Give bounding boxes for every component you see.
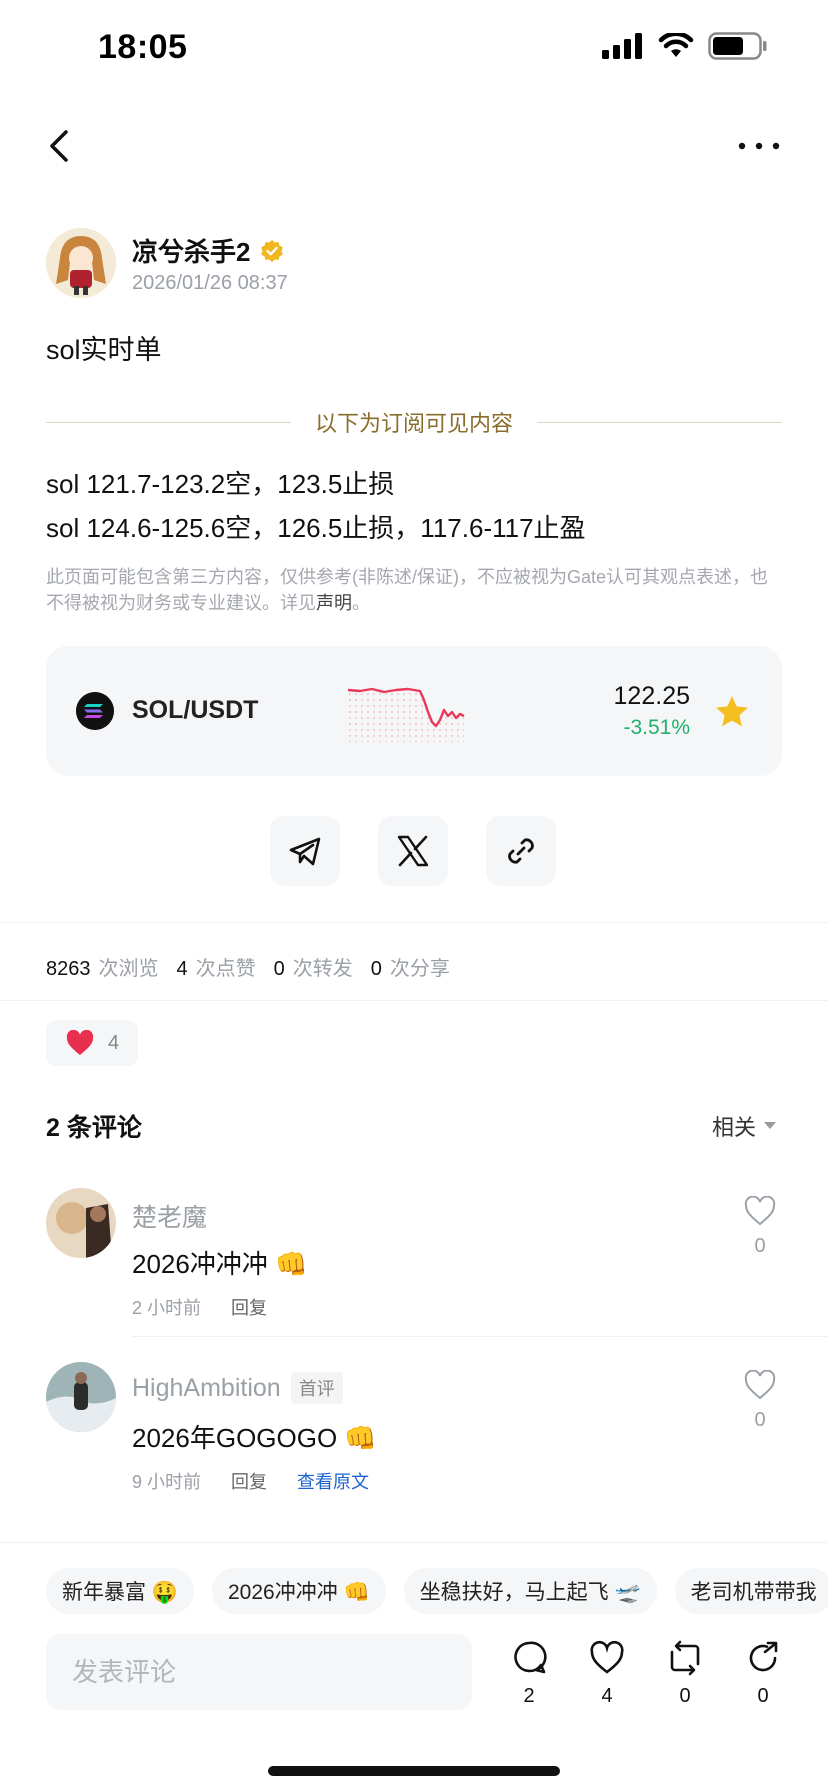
link-icon <box>508 838 534 864</box>
signal-line: sol 124.6-125.6空，126.5止损，117.6-117止盈 <box>46 513 586 543</box>
stat-views: 8263 次浏览 <box>46 958 159 980</box>
separator <box>132 1336 828 1337</box>
reply-button[interactable]: 回复 <box>231 1294 267 1320</box>
nav-bar <box>0 110 828 180</box>
ticker-change: -3.51% <box>623 716 690 739</box>
quick-reply-row: 新年暴富 🤑 2026冲冲冲 👊 坐稳扶好，马上起飞 🛫 老司机带带我 <box>46 1568 828 1614</box>
commenter-name-row: 楚老魔 <box>132 1198 207 1234</box>
comment-meta: 2 小时前 回复 <box>132 1294 267 1320</box>
comment-item: HighAmbition 首评 2026年GOGOGO 👊 9 小时前 回复 查… <box>46 1362 782 1512</box>
separator <box>0 1542 828 1543</box>
home-indicator <box>268 1766 560 1776</box>
like-icon <box>590 1640 624 1674</box>
separator <box>0 922 828 923</box>
share-telegram-button[interactable] <box>270 816 340 886</box>
view-original-link[interactable]: 查看原文 <box>297 1468 369 1494</box>
repost-action[interactable]: 0 <box>662 1640 708 1708</box>
quick-reply-chip[interactable]: 老司机带带我 <box>674 1568 828 1614</box>
favorite-star-icon[interactable] <box>714 694 750 730</box>
reply-button[interactable]: 回复 <box>231 1468 267 1494</box>
reaction-chip[interactable]: 4 <box>46 1020 138 1066</box>
comment-action[interactable]: 2 <box>506 1640 552 1708</box>
share-row <box>270 816 560 886</box>
commenter-avatar[interactable] <box>46 1188 116 1258</box>
sort-label: 相关 <box>711 1115 756 1140</box>
divider-line <box>46 421 291 423</box>
heart-outline-icon <box>744 1369 776 1400</box>
post-author: 凉兮杀手2 2026/01/26 08:37 <box>46 228 786 300</box>
like-action[interactable]: 4 <box>584 1640 630 1708</box>
disclaimer-text: 此页面可能包含第三方内容，仅供参考(非陈述/保证)，不应被视为Gate认可其观点… <box>46 567 769 613</box>
comment-like-count: 0 <box>754 1235 766 1257</box>
share-count: 0 <box>757 1685 769 1707</box>
post-text: sol实时单 <box>46 335 162 365</box>
sort-dropdown[interactable]: 相关 <box>712 1110 776 1142</box>
comment-item: 楚老魔 2026冲冲冲 👊 2 小时前 回复 0 <box>46 1188 782 1338</box>
comment-like-button[interactable]: 0 <box>740 1369 780 1432</box>
comment-time: 2 小时前 <box>132 1298 202 1318</box>
more-icon[interactable] <box>734 124 784 164</box>
first-comment-badge: 首评 <box>290 1372 343 1404</box>
signal-icon <box>602 33 642 59</box>
quick-reply-chip[interactable]: 坐稳扶好，马上起飞 🛫 <box>403 1568 657 1614</box>
ticker-pair: SOL/USDT <box>132 696 259 724</box>
comment-like-count: 0 <box>754 1409 766 1431</box>
caret-down-icon <box>764 1122 776 1129</box>
share-link-button[interactable] <box>486 816 556 886</box>
share-x-button[interactable] <box>378 816 448 886</box>
signal-line: sol 121.7-123.2空，123.5止损 <box>46 469 395 499</box>
comments-title: 2 条评论 <box>46 1114 142 1142</box>
comment-input[interactable] <box>46 1634 472 1710</box>
comment-text: 2026年GOGOGO 👊 <box>132 1423 377 1453</box>
share-icon <box>749 1641 778 1672</box>
comment-meta: 9 小时前 回复 查看原文 <box>132 1468 369 1494</box>
reaction-count: 4 <box>108 1031 120 1054</box>
ticker-card[interactable]: SOL/USDT 122.25 -3.51% <box>46 646 782 776</box>
telegram-icon <box>289 837 321 866</box>
commenter-name[interactable]: HighAmbition <box>132 1374 281 1403</box>
price-sparkline <box>348 687 465 742</box>
verified-badge-icon <box>261 239 284 262</box>
stat-likes: 4 次点赞 <box>176 958 256 980</box>
separator <box>0 1000 828 1001</box>
divider-line <box>537 421 783 423</box>
author-name[interactable]: 凉兮杀手2 <box>132 232 250 269</box>
post-date: 2026/01/26 08:37 <box>132 272 288 294</box>
repost-icon <box>670 1640 700 1676</box>
commenter-name[interactable]: 楚老魔 <box>132 1198 207 1234</box>
author-avatar[interactable] <box>46 228 116 298</box>
quick-reply-chip[interactable]: 2026冲冲冲 👊 <box>211 1568 386 1614</box>
disclaimer-link[interactable]: 声明 <box>316 593 352 613</box>
status-time: 18:05 <box>98 28 188 66</box>
comment-like-button[interactable]: 0 <box>740 1195 780 1258</box>
back-icon[interactable] <box>40 126 80 166</box>
comment-count: 2 <box>523 1685 535 1707</box>
ticker-price: 122.25 <box>613 682 690 710</box>
heart-icon <box>66 1030 94 1055</box>
commenter-name-row: HighAmbition 首评 <box>132 1372 343 1404</box>
subscriber-divider: 以下为订阅可见内容 <box>46 404 783 440</box>
sol-coin-icon <box>76 692 114 730</box>
comment-time: 9 小时前 <box>132 1472 202 1492</box>
author-name-row: 凉兮杀手2 <box>132 232 284 269</box>
heart-outline-icon <box>744 1195 776 1226</box>
subscriber-divider-label: 以下为订阅可见内容 <box>315 411 514 436</box>
disclaimer-end: 。 <box>352 593 370 613</box>
status-icons <box>602 32 768 60</box>
repost-count: 0 <box>679 1685 691 1707</box>
disclaimer: 此页面可能包含第三方内容，仅供参考(非陈述/保证)，不应被视为Gate认可其观点… <box>46 564 776 616</box>
stat-shares: 0 次分享 <box>370 958 450 980</box>
stat-reposts: 0 次转发 <box>273 958 353 980</box>
commenter-avatar[interactable] <box>46 1362 116 1432</box>
post-stats: 8263 次浏览 4 次点赞 0 次转发 0 次分享 <box>46 952 450 981</box>
battery-icon <box>708 32 767 60</box>
share-action[interactable]: 0 <box>740 1640 786 1708</box>
comment-icon <box>514 1641 547 1674</box>
like-count: 4 <box>601 1685 613 1707</box>
status-bar: 18:05 <box>0 0 828 100</box>
x-icon <box>397 835 429 867</box>
wifi-icon <box>658 33 694 57</box>
quick-reply-chip[interactable]: 新年暴富 🤑 <box>46 1568 194 1614</box>
comment-text: 2026冲冲冲 👊 <box>132 1249 308 1279</box>
